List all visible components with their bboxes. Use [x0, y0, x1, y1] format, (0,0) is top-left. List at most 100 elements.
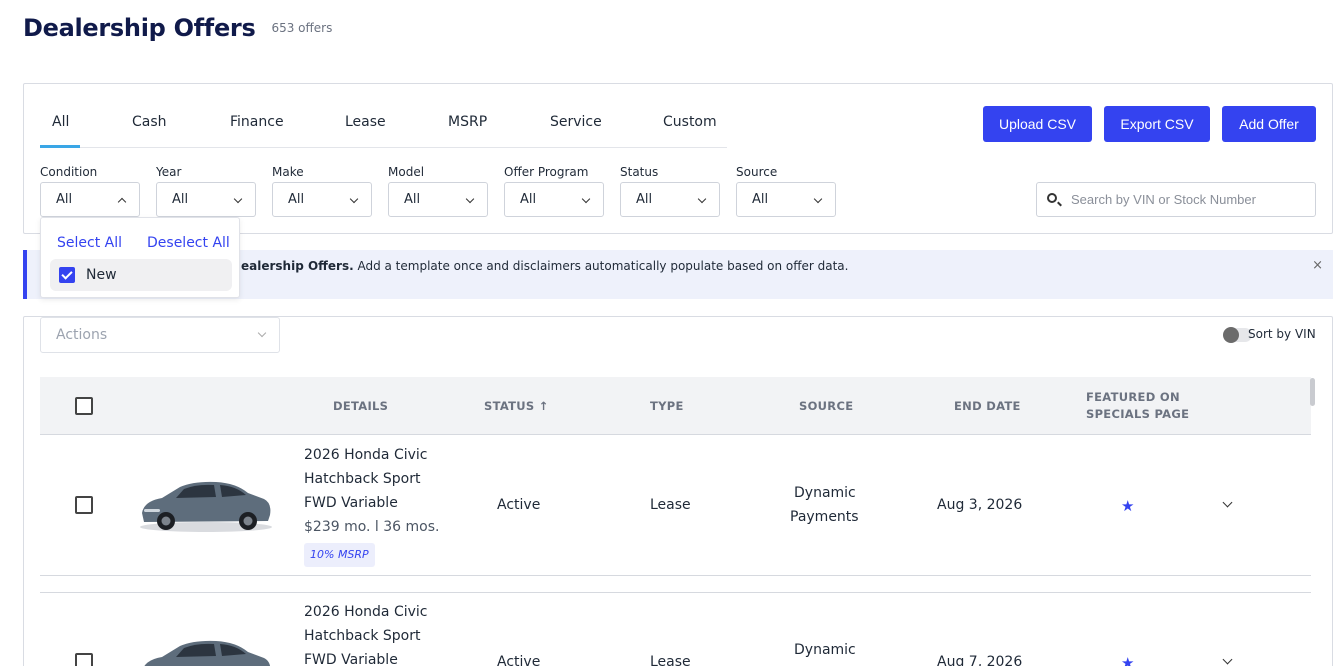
tab-lease[interactable]: Lease [345, 114, 386, 130]
select-value: All [56, 192, 73, 207]
offer-tag: 10% MSRP [304, 543, 375, 567]
column-status[interactable]: STATUS ↑ [484, 399, 549, 413]
tab-custom[interactable]: Custom [663, 114, 717, 130]
status-cell: Active [497, 497, 541, 513]
chevron-down-icon [697, 194, 707, 204]
offer-title-line1: 2026 Honda Civic [304, 447, 428, 463]
offer-program-select[interactable]: All [504, 182, 604, 217]
select-all-link[interactable]: Select All [57, 235, 122, 251]
offer-type-tabs: All Cash Finance Lease MSRP Service Cust… [40, 104, 727, 148]
deselect-all-link[interactable]: Deselect All [147, 235, 230, 251]
year-select[interactable]: All [156, 182, 256, 217]
filter-label: Status [620, 165, 659, 179]
row-divider [40, 592, 1311, 593]
filter-condition: Condition All [40, 165, 140, 217]
tab-cash[interactable]: Cash [132, 114, 167, 130]
select-all-checkbox[interactable] [75, 397, 93, 415]
column-type[interactable]: TYPE [650, 399, 684, 413]
page-header: Dealership Offers 653 offers [23, 14, 332, 42]
make-select[interactable]: All [272, 182, 372, 217]
tab-service[interactable]: Service [550, 114, 602, 130]
offer-title-line3: FWD Variable [304, 652, 398, 666]
status-select[interactable]: All [620, 182, 720, 217]
filter-label: Source [736, 165, 778, 179]
column-featured-line2[interactable]: SPECIALS PAGE [1086, 407, 1189, 421]
star-icon[interactable]: ★ [1121, 654, 1134, 666]
chevron-down-icon [465, 194, 475, 204]
select-value: All [404, 192, 421, 207]
filter-label: Offer Program [504, 165, 589, 179]
column-details[interactable]: DETAILS [333, 399, 388, 413]
checkbox-checked-icon[interactable] [59, 267, 75, 283]
filter-model: Model All [388, 165, 488, 217]
offer-title-line3: FWD Variable [304, 495, 398, 511]
table-scrollbar[interactable] [1310, 378, 1315, 406]
close-icon[interactable]: × [1312, 258, 1323, 273]
model-select[interactable]: All [388, 182, 488, 217]
page-title: Dealership Offers [23, 14, 256, 42]
chevron-down-icon [349, 194, 359, 204]
table-row: 2026 Honda Civic Hatchback Sport FWD Var… [40, 435, 1311, 576]
filter-year: Year All [156, 165, 256, 217]
sort-by-vin-label: Sort by VIN [1248, 327, 1316, 341]
source-cell-line2: Payments [790, 509, 859, 525]
tab-msrp[interactable]: MSRP [448, 114, 487, 130]
chevron-down-icon [233, 194, 243, 204]
condition-select[interactable]: All [40, 182, 140, 217]
end-date-cell: Aug 3, 2026 [937, 497, 1023, 513]
row-checkbox[interactable] [75, 496, 93, 514]
tab-all[interactable]: All [52, 114, 69, 130]
row-checkbox[interactable] [75, 653, 93, 666]
search-box [1036, 182, 1316, 217]
chevron-up-icon [117, 197, 127, 207]
filter-status: Status All [620, 165, 720, 217]
star-icon[interactable]: ★ [1121, 497, 1134, 515]
car-image [140, 481, 272, 532]
status-cell: Active [497, 654, 541, 666]
banner-body-text: Add a template once and disclaimers auto… [353, 259, 849, 273]
source-cell-line1: Dynamic [794, 642, 856, 658]
column-source[interactable]: SOURCE [799, 399, 853, 413]
upload-csv-button[interactable]: Upload CSV [983, 106, 1092, 142]
filter-source: Source All [736, 165, 836, 217]
offer-count: 653 offers [271, 21, 333, 35]
type-cell: Lease [650, 497, 691, 513]
search-input[interactable] [1071, 183, 1311, 216]
offer-price: $239 mo. l 36 mos. [304, 519, 440, 535]
filter-label: Year [156, 165, 182, 179]
filter-offer-program: Offer Program All [504, 165, 604, 217]
tab-finance[interactable]: Finance [230, 114, 284, 130]
select-value: All [752, 192, 769, 207]
car-image [144, 640, 271, 666]
option-label: New [86, 267, 117, 283]
select-value: All [288, 192, 305, 207]
active-tab-indicator [40, 145, 80, 148]
column-featured-line1[interactable]: FEATURED ON [1086, 390, 1180, 404]
source-select[interactable]: All [736, 182, 836, 217]
condition-option-new[interactable]: New [50, 259, 232, 291]
offer-title-line2: Hatchback Sport [304, 471, 421, 487]
chevron-down-icon[interactable] [1222, 497, 1233, 508]
filter-label: Model [388, 165, 425, 179]
offer-title-line1: 2026 Honda Civic [304, 604, 428, 620]
filter-label: Condition [40, 165, 98, 179]
chevron-down-icon [581, 194, 591, 204]
column-end-date[interactable]: END DATE [954, 399, 1021, 413]
filter-make: Make All [272, 165, 372, 217]
search-icon [1047, 193, 1057, 203]
offer-title-line2: Hatchback Sport [304, 628, 421, 644]
banner-bold-text: ealership Offers. [241, 259, 354, 273]
end-date-cell: Aug 7, 2026 [937, 654, 1023, 666]
select-value: All [172, 192, 189, 207]
add-offer-button[interactable]: Add Offer [1222, 106, 1316, 142]
filter-panel: All Cash Finance Lease MSRP Service Cust… [23, 83, 1333, 234]
chevron-down-icon[interactable] [1222, 654, 1233, 665]
export-csv-button[interactable]: Export CSV [1104, 106, 1210, 142]
row-divider [40, 575, 1311, 576]
table-row: 2026 Honda Civic Hatchback Sport FWD Var… [40, 592, 1311, 666]
actions-select[interactable]: Actions [40, 317, 280, 353]
condition-dropdown-menu: Select All Deselect All New [40, 217, 240, 298]
actions-placeholder: Actions [56, 327, 108, 343]
chevron-down-icon [257, 328, 267, 338]
select-value: All [520, 192, 537, 207]
